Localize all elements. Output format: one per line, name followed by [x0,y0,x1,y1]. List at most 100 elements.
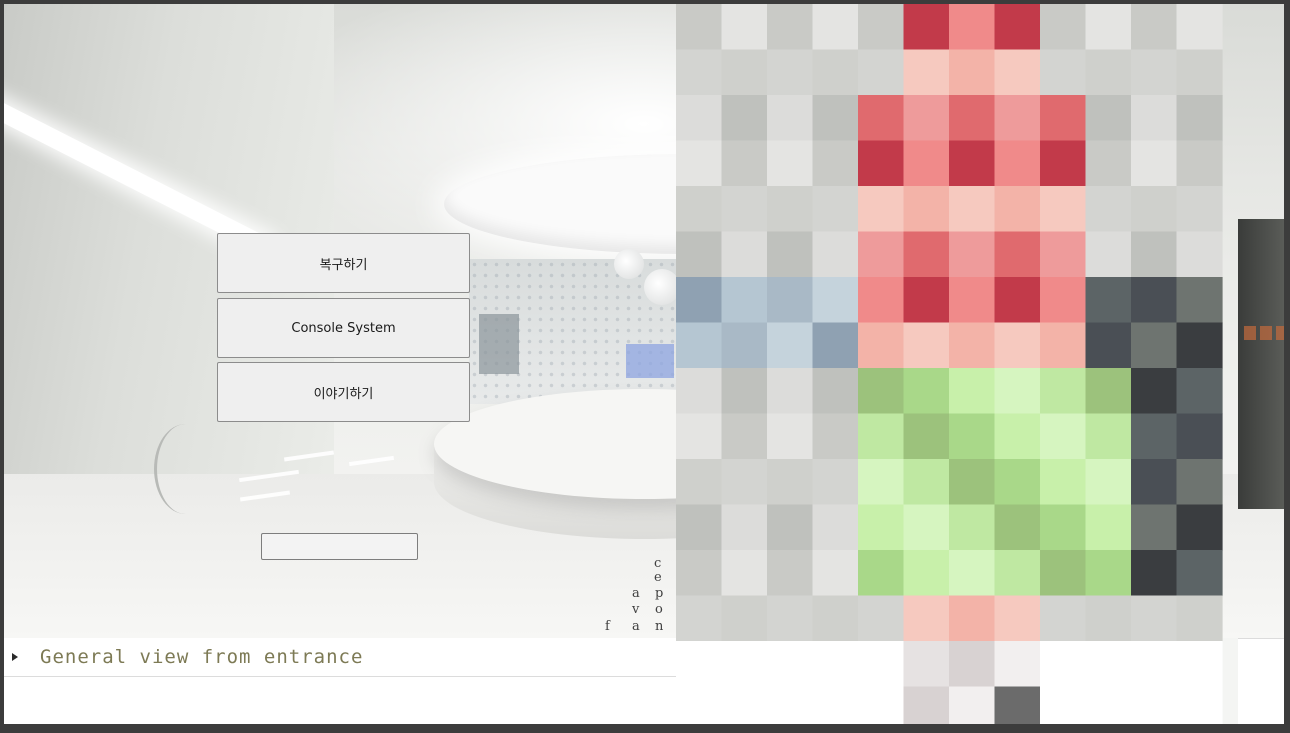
mosaic-tile [1131,231,1178,278]
mosaic-tile [676,186,723,233]
curved-wall-edge [154,424,217,514]
mosaic-tile [903,277,950,324]
mosaic-tile [676,140,723,187]
mosaic-tile [1131,550,1178,597]
mosaic-tile [949,641,996,688]
mosaic-tile [1085,504,1132,551]
mosaic-tile [812,368,859,415]
mosaic-tile [1176,231,1223,278]
mosaic-tile [1040,459,1087,506]
caption-row[interactable]: General view from entrance [4,638,676,677]
mosaic-tile [994,595,1041,642]
console-system-button[interactable]: Console System [217,298,470,358]
mosaic-tile [1131,140,1178,187]
mosaic-tile [1085,595,1132,642]
mosaic-tile [1176,686,1223,724]
mosaic-tile [994,641,1041,688]
mosaic-tile [903,322,950,369]
mosaic-tile [949,459,996,506]
mosaic-tile [1131,686,1178,724]
mosaic-tile [1131,95,1178,142]
mosaic-tile [812,277,859,324]
mosaic-tile [858,641,905,688]
mosaic-tile [1176,186,1223,233]
mosaic-tile [1131,186,1178,233]
mosaic-tile [767,277,814,324]
triangle-right-icon[interactable] [12,653,18,661]
caption-bar: General view from entrance [4,638,676,724]
mosaic-tile [949,322,996,369]
mosaic-tile [767,595,814,642]
mosaic-tile [767,186,814,233]
wall-letter: o [655,602,663,617]
mosaic-tile [949,595,996,642]
mosaic-tile [949,231,996,278]
wall-lettering: c e a p v o f a n [602,557,682,638]
mosaic-tile [1040,140,1087,187]
mosaic-tile [812,550,859,597]
mosaic-tile [1131,413,1178,460]
mosaic-tile [949,186,996,233]
mosaic-tile [1085,413,1132,460]
mosaic-tile [676,504,723,551]
mosaic-tile [903,459,950,506]
wall-letter: n [655,619,664,634]
wall-letter: a [632,586,640,601]
mosaic-tile [903,550,950,597]
mosaic-tile [903,186,950,233]
mosaic-tile [1040,641,1087,688]
mosaic-tile [949,550,996,597]
mosaic-tile [1131,322,1178,369]
mosaic-tile [676,459,723,506]
pendant-lamp [614,249,644,279]
mosaic-tile [676,686,723,724]
mosaic-tile [1085,140,1132,187]
mosaic-tile [767,322,814,369]
mosaic-tile [1085,459,1132,506]
mosaic-tile [1131,4,1178,51]
wall-letter: p [655,586,664,601]
mosaic-tile [812,641,859,688]
mosaic-tile [1085,49,1132,96]
pixelated-character-image [676,4,1238,724]
mosaic-tile [721,231,768,278]
mosaic-tile [1040,95,1087,142]
mosaic-tile [858,459,905,506]
mosaic-tile [903,595,950,642]
mosaic-tile [721,595,768,642]
mosaic-tile [949,4,996,51]
mosaic-tile [1131,504,1178,551]
mosaic-tile [676,4,723,51]
mosaic-tile [994,504,1041,551]
mosaic-tile [721,641,768,688]
mosaic-tile [903,95,950,142]
mosaic-tile [721,686,768,724]
restore-button[interactable]: 복구하기 [217,233,470,293]
mosaic-tile [721,186,768,233]
text-input-field[interactable] [261,533,418,560]
mosaic-tile [1176,550,1223,597]
mosaic-tile [1040,277,1087,324]
mosaic-tile [1040,231,1087,278]
mosaic-tile [1176,322,1223,369]
mosaic-tile [994,49,1041,96]
mosaic-tile [1085,4,1132,51]
mosaic-tile [858,368,905,415]
mosaic-tile [767,140,814,187]
mosaic-tile [1176,459,1223,506]
mosaic-tile [1176,504,1223,551]
mosaic-tile [1131,368,1178,415]
caption-text: General view from entrance [40,646,364,668]
mosaic-tile [949,95,996,142]
mosaic-tile [1131,277,1178,324]
mosaic-tile [767,231,814,278]
wall-letter: f [605,619,610,634]
mosaic-tile [1040,686,1087,724]
mosaic-tile [949,140,996,187]
mosaic-tile [994,4,1041,51]
mosaic-tile [994,277,1041,324]
mosaic-tile [994,550,1041,597]
talk-button[interactable]: 이야기하기 [217,362,470,422]
mosaic-tile [858,140,905,187]
mosaic-tile [858,49,905,96]
